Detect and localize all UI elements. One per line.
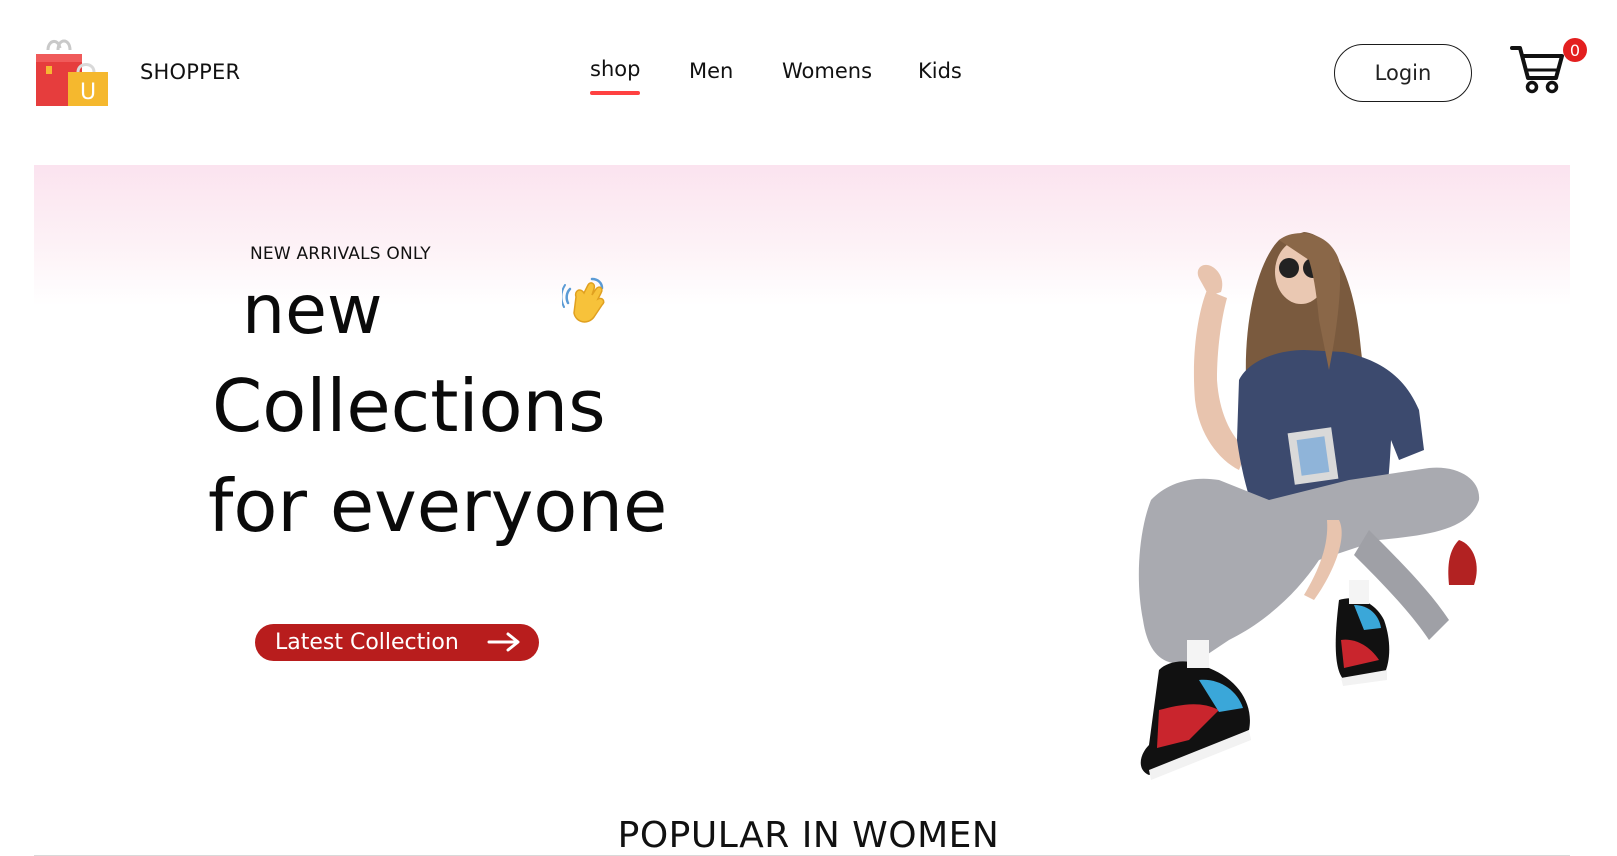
- hero-headline-line-3: for everyone: [208, 464, 668, 548]
- navbar: U SHOPPER shop Men Womens Kids Login 0: [0, 0, 1617, 150]
- hero-model-image: [1138, 232, 1480, 780]
- section-title: POPULAR IN WOMEN: [617, 815, 1000, 856]
- hero-headline-line-2: Collections: [212, 364, 606, 448]
- nav-item-men[interactable]: Men: [689, 59, 733, 83]
- cart-count-badge: 0: [1563, 38, 1587, 62]
- hero-headline-line-1: new: [242, 271, 383, 350]
- nav-item-label: Kids: [918, 59, 962, 83]
- logo-letter: U: [80, 80, 96, 105]
- cart-icon: [1510, 46, 1564, 94]
- nav-active-underline: [590, 91, 640, 95]
- shopping-bags-icon[interactable]: U: [34, 36, 110, 110]
- login-button[interactable]: Login: [1334, 44, 1472, 102]
- cart-button[interactable]: 0: [1510, 38, 1587, 100]
- waving-hand-icon: [560, 275, 610, 327]
- nav-item-womens[interactable]: Womens: [782, 59, 872, 83]
- nav-item-kids[interactable]: Kids: [918, 59, 962, 83]
- hero-banner: NEW ARRIVALS ONLY new Collections for ev…: [34, 165, 1570, 805]
- nav-item-label: Men: [689, 59, 734, 83]
- nav-item-shop[interactable]: shop: [590, 57, 641, 95]
- hero-eyebrow: NEW ARRIVALS ONLY: [250, 244, 431, 264]
- cta-label: Latest Collection: [275, 630, 459, 655]
- nav-item-label: Womens: [782, 59, 873, 83]
- nav-item-label: shop: [590, 57, 641, 81]
- latest-collection-button[interactable]: Latest Collection: [255, 624, 539, 661]
- arrow-right-icon: [487, 632, 520, 652]
- brand-name[interactable]: SHOPPER: [140, 60, 240, 84]
